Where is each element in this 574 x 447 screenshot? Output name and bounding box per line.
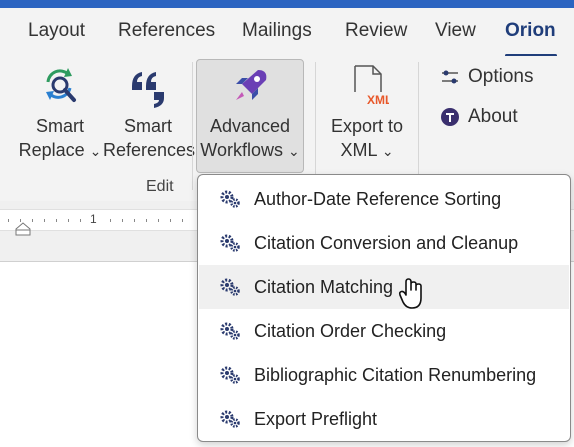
menu-item-label: Citation Conversion and Cleanup: [254, 233, 519, 253]
smart-replace-button[interactable]: Smart Replace ⌄: [10, 64, 110, 163]
advanced-workflows-dropdown: Author-Date Reference Sorting Citation C…: [197, 174, 571, 442]
advanced-workflows-label-line1: Advanced: [209, 116, 291, 136]
menu-item-label: Citation Matching: [254, 277, 394, 297]
export-xml-label-line2: XML ⌄: [340, 140, 394, 160]
tab-mailings[interactable]: Mailings: [242, 20, 312, 42]
menu-item-bibliographic-renumbering[interactable]: Bibliographic Citation Renumbering: [199, 353, 569, 397]
gears-icon: [220, 410, 240, 428]
menu-item-author-date-sorting[interactable]: Author-Date Reference Sorting: [199, 177, 569, 221]
tab-references[interactable]: References: [118, 20, 215, 42]
options-button[interactable]: Options: [440, 66, 533, 88]
gears-icon: [220, 190, 240, 208]
menu-item-citation-order-checking[interactable]: Citation Order Checking: [199, 309, 569, 353]
gears-icon: [220, 234, 240, 252]
quote-marks-icon: [132, 72, 164, 108]
smart-replace-label-line2: Replace ⌄: [18, 140, 102, 160]
options-label: Options: [468, 66, 534, 87]
title-bar-strip: [0, 0, 574, 8]
tab-review[interactable]: Review: [345, 20, 407, 42]
smart-replace-label-line1: Smart: [35, 116, 84, 136]
chevron-down-icon: ⌄: [89, 143, 102, 159]
menu-item-label: Bibliographic Citation Renumbering: [254, 365, 537, 385]
orion-logo-icon: [441, 107, 459, 126]
export-xml-button[interactable]: XML Export to XML ⌄: [322, 64, 412, 163]
menu-item-label: Author-Date Reference Sorting: [254, 189, 502, 209]
smart-references-button[interactable]: Smart References: [103, 64, 196, 162]
smart-references-label-line2: References: [103, 140, 196, 160]
menu-item-label: Export Preflight: [254, 409, 378, 429]
sliders-icon: [442, 70, 458, 84]
gears-icon: [220, 322, 240, 340]
indent-marker-icon[interactable]: [14, 221, 32, 237]
chevron-down-icon: ⌄: [287, 143, 300, 159]
ribbon-separator: [315, 62, 316, 190]
advanced-workflows-label-line2: Workflows ⌄: [200, 140, 300, 160]
hand-pointer-icon: [398, 278, 422, 309]
rocket-icon: [236, 70, 267, 100]
advanced-workflows-button[interactable]: Advanced Workflows ⌄: [196, 59, 304, 173]
ribbon-separator: [192, 62, 193, 190]
smart-references-label-line1: Smart: [123, 116, 172, 136]
menu-item-export-preflight[interactable]: Export Preflight: [199, 397, 569, 441]
menu-item-citation-matching[interactable]: Citation Matching: [199, 265, 569, 309]
about-button[interactable]: About: [440, 106, 518, 128]
menu-item-label: Citation Order Checking: [254, 321, 447, 341]
xml-file-icon: XML: [354, 65, 389, 107]
menu-item-citation-conversion[interactable]: Citation Conversion and Cleanup: [199, 221, 569, 265]
about-label: About: [468, 106, 518, 127]
ribbon-tabs: Layout References Mailings Review View O…: [0, 8, 574, 57]
search-replace-icon: [46, 68, 76, 102]
tab-orion[interactable]: Orion: [505, 20, 556, 42]
xml-icon-text: XML: [367, 93, 389, 107]
tab-layout[interactable]: Layout: [28, 20, 85, 42]
gears-icon: [220, 278, 240, 296]
export-xml-label-line1: Export to: [330, 116, 404, 136]
gears-icon: [220, 366, 240, 384]
group-label-edit: Edit: [146, 178, 174, 195]
chevron-down-icon: ⌄: [381, 143, 394, 159]
ribbon-separator: [418, 62, 419, 190]
ruler-number: 1: [90, 212, 97, 226]
tab-view[interactable]: View: [435, 20, 476, 42]
